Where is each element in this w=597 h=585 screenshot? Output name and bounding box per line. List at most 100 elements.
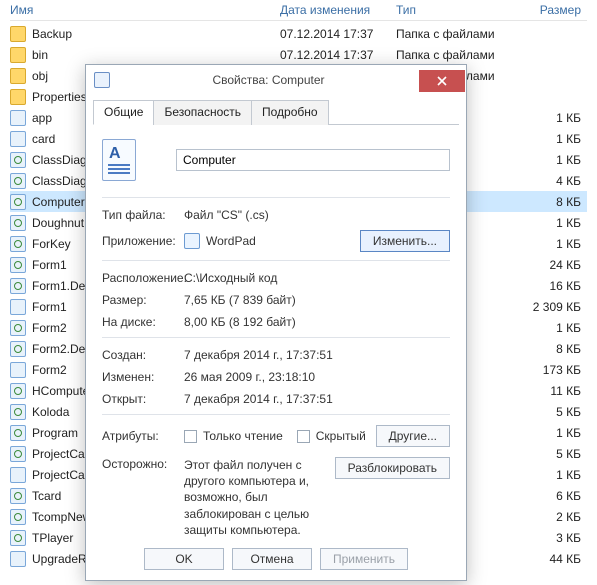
change-app-button[interactable]: Изменить... <box>360 230 450 252</box>
file-size: 2 309 КБ <box>502 300 587 314</box>
folder-icon <box>10 47 26 63</box>
col-header-type[interactable]: Тип <box>396 3 502 17</box>
col-header-name[interactable]: Имя <box>10 3 280 17</box>
file-icon <box>10 173 26 189</box>
file-icon <box>10 530 26 546</box>
file-size: 3 КБ <box>502 531 587 545</box>
file-icon <box>10 341 26 357</box>
opened-label: Открыт: <box>102 392 184 406</box>
warning-label: Осторожно: <box>102 457 184 471</box>
file-size: 1 КБ <box>502 237 587 251</box>
file-type-icon <box>102 139 136 181</box>
file-type: Папка с файлами <box>396 27 502 41</box>
file-name: obj <box>32 69 48 83</box>
file-name: Doughnut <box>32 216 84 230</box>
filetype-value: Файл "CS" (.cs) <box>184 208 450 222</box>
file-size: 44 КБ <box>502 552 587 566</box>
file-name: Form2 <box>32 321 67 335</box>
created-label: Создан: <box>102 348 184 362</box>
file-size: 8 КБ <box>502 195 587 209</box>
tab-general[interactable]: Общие <box>93 100 154 125</box>
file-name: Tcard <box>32 489 61 503</box>
folder-icon <box>10 68 26 84</box>
file-name: Koloda <box>32 405 69 419</box>
hidden-checkbox-label[interactable]: Скрытый <box>297 429 366 443</box>
file-name: Form2 <box>32 363 67 377</box>
size-label: Размер: <box>102 293 184 307</box>
dialog-footer: OK Отмена Применить <box>86 548 466 570</box>
close-button[interactable] <box>419 70 465 92</box>
modified-value: 26 мая 2009 г., 23:18:10 <box>184 370 450 384</box>
file-size: 2 КБ <box>502 510 587 524</box>
file-icon <box>10 278 26 294</box>
warning-text: Этот файл получен с другого компьютера и… <box>184 457 335 538</box>
apply-button[interactable]: Применить <box>320 548 408 570</box>
file-size: 1 КБ <box>502 468 587 482</box>
file-name: app <box>32 111 52 125</box>
tab-strip: Общие Безопасность Подробно <box>93 99 459 125</box>
folder-icon <box>10 26 26 42</box>
size-value: 7,65 КБ (7 839 байт) <box>184 293 450 307</box>
file-size: 173 КБ <box>502 363 587 377</box>
file-icon <box>10 425 26 441</box>
file-icon <box>10 131 26 147</box>
file-icon <box>10 299 26 315</box>
file-name: Backup <box>32 27 72 41</box>
file-size: 8 КБ <box>502 342 587 356</box>
readonly-checkbox-label[interactable]: Только чтение <box>184 429 283 443</box>
hidden-checkbox[interactable] <box>297 430 310 443</box>
titlebar[interactable]: Свойства: Computer <box>86 65 466 95</box>
filetype-label: Тип файла: <box>102 208 184 222</box>
separator <box>102 337 450 338</box>
app-label: Приложение: <box>102 234 184 248</box>
separator <box>102 260 450 261</box>
file-name: Properties <box>32 90 87 104</box>
file-size: 24 КБ <box>502 258 587 272</box>
created-value: 7 декабря 2014 г., 17:37:51 <box>184 348 450 362</box>
other-attributes-button[interactable]: Другие... <box>376 425 450 447</box>
file-size: 5 КБ <box>502 447 587 461</box>
file-icon <box>10 551 26 567</box>
unblock-button[interactable]: Разблокировать <box>335 457 450 479</box>
window-icon <box>94 72 110 88</box>
window-title: Свойства: Computer <box>118 73 419 87</box>
readonly-checkbox[interactable] <box>184 430 197 443</box>
separator <box>102 414 450 415</box>
file-size: 4 КБ <box>502 174 587 188</box>
file-date: 07.12.2014 17:37 <box>280 27 396 41</box>
location-label: Расположение: <box>102 271 184 285</box>
file-icon <box>10 404 26 420</box>
file-date: 07.12.2014 17:37 <box>280 48 396 62</box>
file-icon <box>10 194 26 210</box>
file-row[interactable]: bin07.12.2014 17:37Папка с файлами <box>10 44 587 65</box>
col-header-size[interactable]: Размер <box>502 3 587 17</box>
file-icon <box>10 383 26 399</box>
tab-panel-general: Тип файла: Файл "CS" (.cs) Приложение: W… <box>86 125 466 554</box>
file-type: Папка с файлами <box>396 48 502 62</box>
ondisk-value: 8,00 КБ (8 192 байт) <box>184 315 450 329</box>
file-list-header: Имя Дата изменения Тип Размер <box>10 0 587 21</box>
ondisk-label: На диске: <box>102 315 184 329</box>
wordpad-icon <box>184 233 200 249</box>
tab-security[interactable]: Безопасность <box>153 100 252 125</box>
file-size: 1 КБ <box>502 321 587 335</box>
file-name: card <box>32 132 55 146</box>
file-icon <box>10 236 26 252</box>
file-row[interactable]: Backup 07.12.2014 17:37Папка с файлами <box>10 23 587 44</box>
ok-button[interactable]: OK <box>144 548 224 570</box>
tab-details[interactable]: Подробно <box>251 100 329 125</box>
filename-input[interactable] <box>176 149 450 171</box>
file-size: 1 КБ <box>502 153 587 167</box>
close-icon <box>437 76 447 86</box>
readonly-text: Только чтение <box>203 429 283 443</box>
col-header-date[interactable]: Дата изменения <box>280 3 396 17</box>
cancel-button[interactable]: Отмена <box>232 548 312 570</box>
file-icon <box>10 488 26 504</box>
opened-value: 7 декабря 2014 г., 17:37:51 <box>184 392 450 406</box>
location-value: C:\Исходный код <box>184 271 450 285</box>
properties-dialog: Свойства: Computer Общие Безопасность По… <box>85 64 467 581</box>
app-value: WordPad <box>206 234 360 248</box>
file-size: 1 КБ <box>502 216 587 230</box>
folder-icon <box>10 89 26 105</box>
hidden-text: Скрытый <box>316 429 366 443</box>
